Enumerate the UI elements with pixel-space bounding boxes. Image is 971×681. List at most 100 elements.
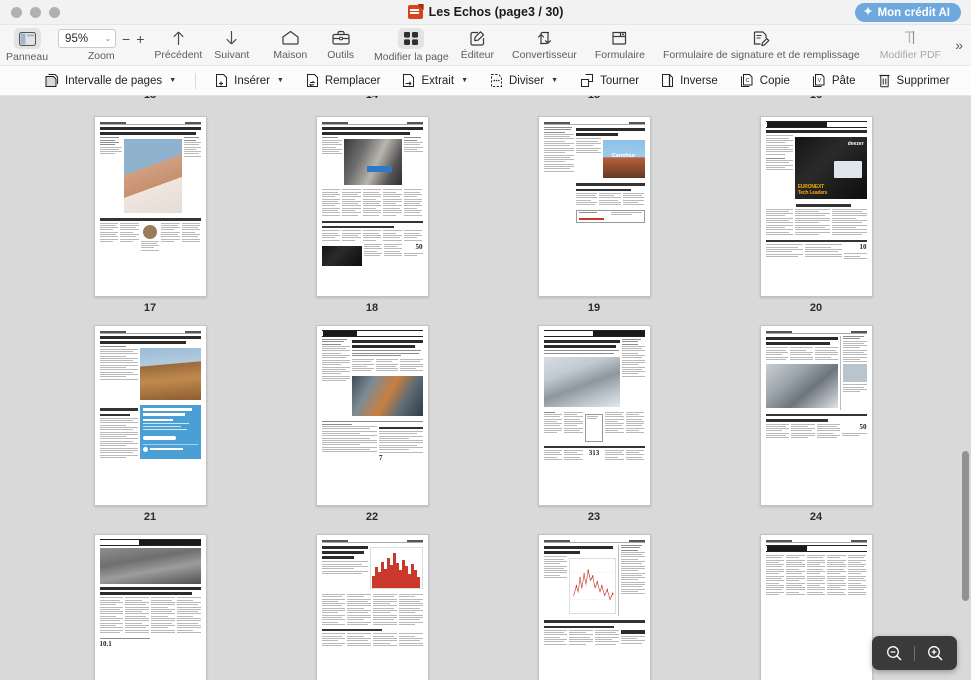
arrow-up-icon	[172, 28, 185, 47]
page-cell-28: 28	[740, 534, 892, 680]
page-cell: 15	[518, 96, 670, 106]
floating-zoom-widget[interactable]	[872, 636, 957, 670]
page-split-icon	[490, 73, 503, 88]
page-thumbnail[interactable]: 7	[315, 325, 429, 506]
main-toolbar: Panneau 95% ⌄ − + Zoom Précédent Suivant…	[0, 25, 971, 66]
subbar-page-range-button[interactable]: Intervalle de pages ▼	[34, 73, 187, 88]
window-controls[interactable]	[0, 6, 60, 18]
minimize-button[interactable]	[30, 6, 41, 18]
chevron-down-icon: ▼	[551, 77, 559, 84]
toolbar-edit-pdf-button[interactable]: Modifier PDF	[874, 26, 947, 61]
toolbar-edit-page-label: Modifier la page	[374, 51, 449, 63]
page-cell-24: 50 24	[740, 325, 892, 528]
pages-stack-icon	[45, 73, 59, 88]
toolbar-next-button[interactable]: Suivant	[208, 26, 255, 61]
toolbar-converter-button[interactable]: Convertisseur	[506, 26, 583, 61]
page-thumbnail[interactable]	[93, 325, 207, 506]
page-number: 22	[365, 511, 379, 523]
page-number: 23	[587, 511, 601, 523]
page-cell: 16	[740, 96, 892, 106]
page-thumbnail[interactable]	[315, 534, 429, 680]
page-number: 13	[144, 96, 156, 106]
toolbar-edit-page-button[interactable]: Modifier la page	[368, 26, 455, 63]
toolbar-tools-button[interactable]: Outils	[321, 26, 360, 61]
subbar-extract-button[interactable]: Extrait ▼	[391, 73, 479, 88]
page-cell-19: Carrefour 19	[518, 116, 670, 319]
page-extract-icon	[402, 73, 415, 88]
subbar-copy-button[interactable]: C Copie	[729, 73, 801, 88]
page-cell-22: 7 22	[296, 325, 448, 528]
subbar-reverse-label: Inverse	[680, 74, 718, 87]
subbar-paste-button[interactable]: V Pâte	[801, 73, 867, 88]
page-number: 18	[365, 302, 379, 314]
toolbar-panel-button[interactable]: Panneau	[0, 26, 54, 63]
subbar-replace-button[interactable]: Remplacer	[295, 73, 392, 88]
page-cell-20: deezer EURONEXT Tech Leaders 10 20	[740, 116, 892, 319]
toolbar-sign-form-label: Formulaire de signature et de remplissag…	[663, 49, 860, 61]
page-thumbnail[interactable]	[93, 116, 207, 297]
zoom-in-button[interactable]: +	[136, 32, 144, 46]
page-thumbnail[interactable]: 313	[537, 325, 651, 506]
toolbar-overflow-button[interactable]: »	[955, 37, 963, 53]
zoom-select[interactable]: 95% ⌄	[58, 29, 117, 48]
page-number: 15	[588, 96, 600, 106]
grid-squares-icon	[398, 28, 425, 49]
toolbar-tools-label: Outils	[327, 49, 355, 61]
sign-form-icon	[752, 28, 770, 47]
page-rotate-icon	[580, 73, 594, 88]
thumbnail-zoom-in-button[interactable]	[915, 636, 955, 670]
page-cell-21: 21	[74, 325, 226, 528]
page-thumbnail[interactable]: 10.1	[93, 534, 207, 680]
page-number: 14	[366, 96, 378, 106]
subbar-rotate-button[interactable]: Tourner	[569, 73, 650, 88]
subbar-split-button[interactable]: Diviser ▼	[479, 73, 569, 88]
page-cell-17: 17	[74, 116, 226, 319]
toolbar-converter-label: Convertisseur	[512, 49, 577, 61]
subbar-insert-button[interactable]: Insérer ▼	[204, 73, 295, 88]
page-thumbnail[interactable]: deezer EURONEXT Tech Leaders 10	[759, 116, 873, 297]
page-row-3: 10.1 25	[0, 534, 971, 680]
close-button[interactable]	[11, 6, 22, 18]
toolbar-editor-button[interactable]: Éditeur	[455, 26, 500, 61]
toolbar-editor-label: Éditeur	[460, 49, 495, 61]
toolbar-home-label: Maison	[273, 49, 308, 61]
subbar-paste-label: Pâte	[831, 74, 856, 87]
subbar-replace-label: Remplacer	[324, 74, 381, 87]
page-cell: 14	[296, 96, 448, 106]
page-row-2: 21 7 22 313 23 50 24	[0, 325, 971, 528]
thumbnail-zoom-out-button[interactable]	[874, 636, 914, 670]
toolbar-sign-form-button[interactable]: Formulaire de signature et de remplissag…	[657, 26, 866, 61]
page-cell-25: 10.1 25	[74, 534, 226, 680]
page-cell-26: 26	[296, 534, 448, 680]
page-number: 19	[587, 302, 601, 314]
ai-credit-button[interactable]: ✦ Mon crédit AI	[855, 3, 961, 22]
window-title-group: Les Echos (page3 / 30)	[0, 0, 971, 24]
page-thumbnail[interactable]: Carrefour	[537, 116, 651, 297]
subbar-delete-button[interactable]: Supprimer	[867, 73, 961, 88]
toolbar-home-button[interactable]: Maison	[267, 26, 313, 61]
page-reverse-icon	[661, 73, 674, 88]
subbar-reverse-button[interactable]: Inverse	[650, 73, 729, 88]
toolbar-divider	[195, 72, 197, 89]
page-thumbnail[interactable]: 50	[759, 325, 873, 506]
subbar-rotate-label: Tourner	[600, 74, 640, 87]
text-cursor-icon	[902, 28, 919, 47]
chevron-down-icon: ▼	[461, 77, 468, 84]
page-thumbnail[interactable]	[759, 534, 873, 680]
page-row-0: 13 14 15 16	[0, 96, 971, 106]
subbar-delete-label: Supprimer	[896, 74, 950, 87]
page-thumbnail[interactable]: 50	[315, 116, 429, 297]
page-cell-18: 50 18	[296, 116, 448, 319]
page-number: 21	[143, 511, 157, 523]
toolbar-form-button[interactable]: Formulaire	[589, 26, 651, 61]
toolbar-previous-button[interactable]: Précédent	[148, 26, 208, 61]
page-thumbnail-area[interactable]: 13 14 15 16	[0, 96, 971, 680]
scrollbar-thumb[interactable]	[962, 451, 969, 602]
home-icon	[281, 28, 300, 47]
page-cell-27: 27	[518, 534, 670, 680]
page-thumbnail[interactable]	[537, 534, 651, 680]
zoom-control-group: 95% ⌄ − + Zoom	[54, 26, 148, 62]
page-title: Les Echos (page3 / 30)	[428, 5, 564, 19]
maximize-button[interactable]	[49, 6, 60, 18]
zoom-out-button[interactable]: −	[122, 32, 130, 46]
